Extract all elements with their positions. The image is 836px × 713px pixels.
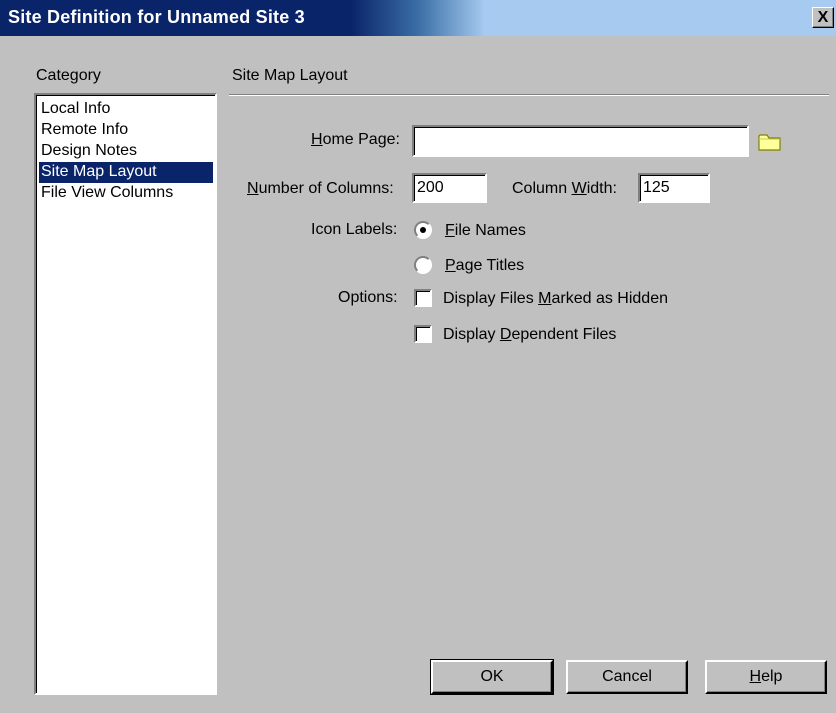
icon-labels-label: Icon Labels: xyxy=(311,221,398,238)
category-heading: Category xyxy=(36,67,101,84)
category-item-remote-info[interactable]: Remote Info xyxy=(39,120,130,141)
category-item-site-map-layout[interactable]: Site Map Layout xyxy=(39,162,213,183)
window-title: Site Definition for Unnamed Site 3 xyxy=(8,7,305,27)
title-bar: Site Definition for Unnamed Site 3 X xyxy=(0,0,836,36)
display-dependent-checkbox[interactable] xyxy=(414,325,432,343)
panel-heading: Site Map Layout xyxy=(232,67,348,84)
file-names-label[interactable]: File Names xyxy=(445,222,526,240)
num-columns-input[interactable]: 200 xyxy=(412,173,487,203)
ok-button[interactable]: OK xyxy=(430,659,554,695)
close-button[interactable]: X xyxy=(812,7,834,28)
display-hidden-checkbox[interactable] xyxy=(414,289,432,307)
home-page-label: Home Page: xyxy=(311,131,400,148)
home-page-input[interactable] xyxy=(412,125,749,157)
page-titles-radio[interactable] xyxy=(414,256,432,274)
column-width-label: Column Width: xyxy=(512,180,617,197)
cancel-button[interactable]: Cancel xyxy=(566,660,688,694)
display-hidden-label[interactable]: Display Files Marked as Hidden xyxy=(443,290,668,308)
category-item-local-info[interactable]: Local Info xyxy=(39,99,112,120)
page-titles-label[interactable]: Page Titles xyxy=(445,257,524,275)
file-names-radio[interactable] xyxy=(414,221,432,239)
heading-divider xyxy=(229,94,829,96)
display-dependent-label[interactable]: Display Dependent Files xyxy=(443,326,616,344)
column-width-input[interactable]: 125 xyxy=(638,173,710,203)
category-item-design-notes[interactable]: Design Notes xyxy=(39,141,139,162)
folder-icon[interactable] xyxy=(757,131,783,153)
category-list[interactable]: Local Info Remote Info Design Notes Site… xyxy=(34,93,217,695)
options-label: Options: xyxy=(338,289,398,306)
num-columns-label: Number of Columns: xyxy=(247,180,394,197)
help-button[interactable]: Help xyxy=(705,660,827,694)
category-item-file-view-columns[interactable]: File View Columns xyxy=(39,183,175,204)
